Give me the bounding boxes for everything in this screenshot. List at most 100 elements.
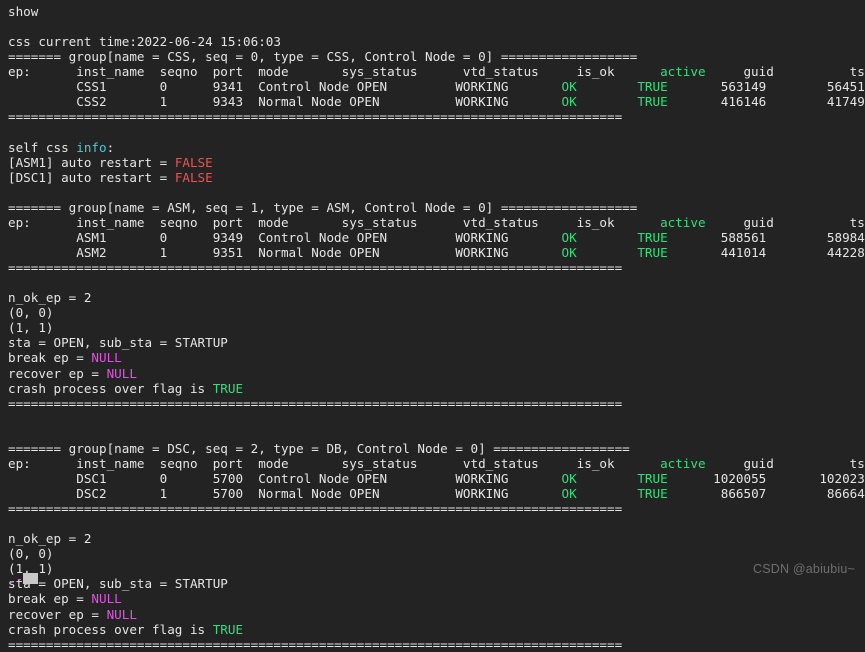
crash-flag-label: crash process over flag is	[8, 380, 213, 396]
row-mid-space	[577, 230, 638, 245]
auto-restart-entry: [ASM1] auto restart = FALSE	[8, 155, 865, 170]
crash-flag-line: crash process over flag is TRUE	[8, 622, 865, 637]
table-header-css: ep: inst_name seqno port mode sys_status…	[8, 64, 865, 79]
table-header-left: ep: inst_name seqno port mode sys_status…	[8, 214, 661, 230]
group-header-dsc: ======= group[name = DSC, seq = 2, type …	[8, 440, 630, 456]
row-prefix: DSC2 1 5700 Normal Node OPEN WORKING	[8, 486, 562, 501]
ep-pair: (1, 1)	[8, 561, 54, 577]
terminal-window[interactable]: show css current time:2022-06-24 15:06:0…	[0, 0, 865, 652]
row-active: TRUE	[637, 486, 668, 501]
break-ep-value: NULL	[91, 591, 122, 607]
recover-ep-label: recover ep =	[8, 606, 107, 622]
table-header-left: ep: inst_name seqno port mode sys_status…	[8, 64, 661, 80]
separator: ========================================…	[8, 260, 623, 276]
table-header-right: guid ts	[705, 455, 865, 471]
self-css-prefix: self css	[8, 139, 77, 155]
table-header-right: guid ts	[705, 64, 865, 80]
auto-restart-label: [DSC1] auto restart =	[8, 169, 175, 185]
separator: ========================================…	[8, 109, 623, 125]
group-header-css: ======= group[name = CSS, seq = 0, type …	[8, 49, 638, 65]
auto-restart-value: FALSE	[174, 169, 213, 185]
crash-flag-value: TRUE	[212, 621, 244, 637]
current-time-line: css current time:2022-06-24 15:06:03	[8, 34, 281, 50]
row-is-ok: OK	[561, 245, 577, 260]
n-ok-ep: n_ok_ep = 2	[8, 531, 92, 547]
auto-restart-value: FALSE	[174, 154, 213, 170]
row-tail: 416146 417495	[667, 94, 865, 110]
row-tail: 441014 442284	[667, 245, 865, 260]
break-ep-label: break ep =	[8, 591, 92, 607]
sta-line: sta = OPEN, sub_sta = STARTUP	[8, 576, 228, 592]
auto-restart-entry: [DSC1] auto restart = FALSE	[8, 170, 865, 185]
separator: ========================================…	[8, 395, 623, 411]
row-mid-space	[577, 486, 638, 501]
row-active: TRUE	[637, 470, 668, 486]
row-is-ok: OK	[561, 94, 577, 110]
row-active: TRUE	[637, 229, 668, 245]
row-tail: 588561 589844	[667, 229, 865, 245]
ep-pair: (0, 0)	[8, 305, 54, 321]
break-ep-label: break ep =	[8, 350, 92, 366]
break-ep-line: break ep = NULL	[8, 350, 865, 365]
table-header-dsc: ep: inst_name seqno port mode sys_status…	[8, 456, 865, 471]
crash-flag-label: crash process over flag is	[8, 621, 213, 637]
break-ep-line: break ep = NULL	[8, 591, 865, 606]
text-cursor[interactable]	[23, 573, 39, 584]
recover-ep-value: NULL	[106, 606, 137, 622]
group-header-asm: ======= group[name = ASM, seq = 1, type …	[8, 199, 638, 215]
table-header-asm: ep: inst_name seqno port mode sys_status…	[8, 215, 865, 230]
row-is-ok: OK	[561, 486, 577, 501]
table-row: ASM1 0 9349 Control Node OPEN WORKING OK…	[8, 230, 865, 245]
table-header-active: active	[660, 455, 706, 471]
row-prefix: CSS1 0 9341 Control Node OPEN WORKING	[8, 79, 562, 95]
row-active: TRUE	[637, 245, 668, 260]
table-header-right: guid ts	[705, 214, 865, 230]
prompt-text: .-	[8, 571, 24, 586]
row-prefix: DSC1 0 5700 Control Node OPEN WORKING	[8, 470, 562, 486]
row-tail: 563149 564513	[667, 79, 865, 95]
row-tail: 1020055 1020230	[667, 470, 865, 486]
row-mid-space	[577, 245, 638, 260]
row-is-ok: OK	[561, 79, 577, 95]
recover-ep-line: recover ep = NULL	[8, 607, 865, 622]
row-mid-space	[577, 94, 638, 109]
table-row: CSS1 0 9341 Control Node OPEN WORKING OK…	[8, 79, 865, 94]
row-is-ok: OK	[561, 229, 577, 245]
break-ep-value: NULL	[91, 350, 122, 366]
ep-pair: (0, 0)	[8, 546, 54, 562]
row-active: TRUE	[637, 79, 668, 95]
separator: ========================================…	[8, 636, 623, 652]
sta-line: sta = OPEN, sub_sta = STARTUP	[8, 335, 228, 351]
row-tail: 866507 866648	[667, 486, 865, 501]
n-ok-ep: n_ok_ep = 2	[8, 290, 92, 306]
row-prefix: ASM2 1 9351 Normal Node OPEN WORKING	[8, 245, 562, 260]
recover-ep-label: recover ep =	[8, 365, 107, 381]
row-is-ok: OK	[561, 470, 577, 486]
table-row: DSC1 0 5700 Control Node OPEN WORKING OK…	[8, 471, 865, 486]
self-css-info-label: self css info:	[8, 140, 865, 155]
self-css-suffix: :	[106, 139, 115, 155]
separator: ========================================…	[8, 501, 623, 517]
recover-ep-value: NULL	[106, 365, 137, 381]
command-echo: show	[8, 4, 39, 19]
row-active: TRUE	[637, 94, 668, 110]
table-row: DSC2 1 5700 Normal Node OPEN WORKING OK …	[8, 486, 865, 501]
shell-prompt[interactable]: .-	[8, 571, 39, 586]
recover-ep-line: recover ep = NULL	[8, 366, 865, 381]
row-prefix: ASM1 0 9349 Control Node OPEN WORKING	[8, 229, 562, 245]
csdn-watermark: CSDN @abiubiu~	[753, 561, 855, 576]
table-row: ASM2 1 9351 Normal Node OPEN WORKING OK …	[8, 245, 865, 260]
row-mid-space	[577, 79, 638, 94]
table-header-active: active	[660, 214, 706, 230]
ep-pair: (1, 1)	[8, 320, 54, 336]
crash-flag-line: crash process over flag is TRUE	[8, 381, 865, 396]
table-header-left: ep: inst_name seqno port mode sys_status…	[8, 455, 661, 471]
row-prefix: CSS2 1 9343 Normal Node OPEN WORKING	[8, 94, 562, 110]
row-mid-space	[577, 471, 638, 486]
